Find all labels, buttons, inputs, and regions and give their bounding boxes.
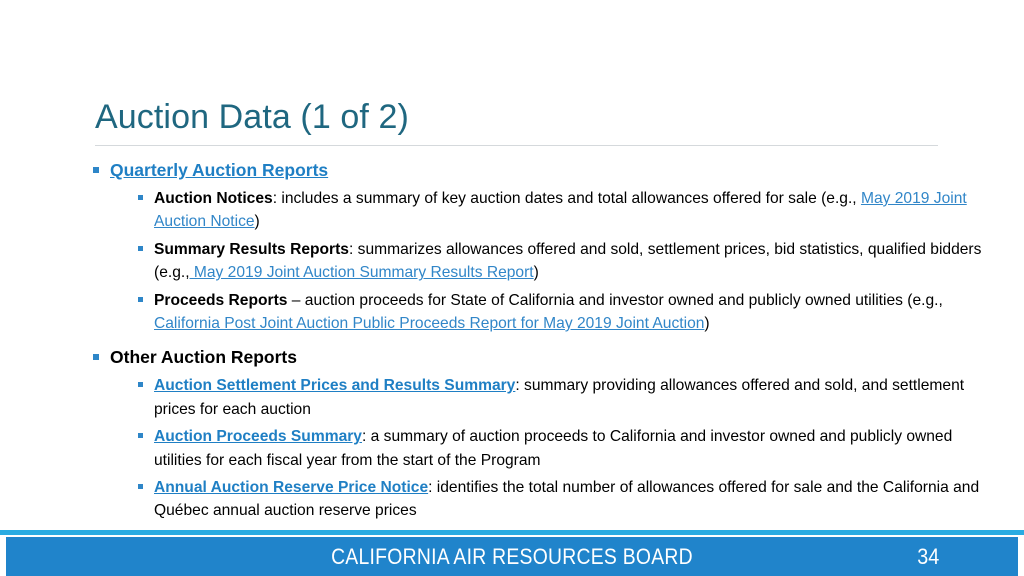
- slide-body: Quarterly Auction Reports Auction Notice…: [88, 158, 988, 527]
- square-bullet-icon: [138, 433, 143, 439]
- item-term-link[interactable]: Auction Proceeds Summary: [154, 428, 362, 445]
- item-term: Auction Notices: [154, 190, 273, 207]
- slide-canvas: Auction Data (1 of 2) Quarterly Auction …: [0, 0, 1024, 576]
- item-example-link[interactable]: California Post Joint Auction Public Pro…: [154, 315, 704, 332]
- item-example-link[interactable]: May 2019 Joint Auction Summary Results R…: [190, 264, 534, 281]
- page-title: Auction Data (1 of 2): [95, 98, 409, 136]
- footer-bar: CALIFORNIA AIR RESOURCES BOARD 34: [6, 537, 1018, 576]
- slide-footer: CALIFORNIA AIR RESOURCES BOARD 34: [0, 530, 1024, 576]
- list-item-auction-settlement-prices-and-results-summary: Auction Settlement Prices and Results Su…: [134, 374, 988, 421]
- square-bullet-icon: [138, 245, 143, 251]
- bullet-list-level1: Quarterly Auction Reports Auction Notice…: [88, 158, 988, 523]
- square-bullet-icon: [138, 382, 143, 388]
- square-bullet-icon: [93, 167, 99, 173]
- list-item-summary-results-reports: Summary Results Reports: summarizes allo…: [134, 238, 988, 285]
- list-item-auction-notices: Auction Notices: includes a summary of k…: [134, 187, 988, 234]
- list-item-annual-auction-reserve-price-notice: Annual Auction Reserve Price Notice: ide…: [134, 476, 988, 523]
- item-term-link[interactable]: Auction Settlement Prices and Results Su…: [154, 377, 515, 394]
- item-term: Proceeds Reports: [154, 291, 288, 309]
- square-bullet-icon: [138, 484, 143, 490]
- list-item-auction-proceeds-summary: Auction Proceeds Summary: a summary of a…: [134, 425, 988, 472]
- item-body-tail: ): [533, 264, 539, 282]
- square-bullet-icon: [93, 354, 99, 361]
- item-body-tail: ): [254, 213, 260, 231]
- bullet-list-level2-other: Auction Settlement Prices and Results Su…: [88, 374, 988, 522]
- page-number: 34: [916, 543, 939, 569]
- title-divider: [95, 145, 938, 146]
- square-bullet-icon: [138, 296, 143, 302]
- list-item-proceeds-reports: Proceeds Reports – auction proceeds for …: [134, 289, 988, 336]
- footer-organization-label: CALIFORNIA AIR RESOURCES BOARD: [331, 543, 693, 569]
- bullet-list-level2-quarterly: Auction Notices: includes a summary of k…: [88, 187, 988, 335]
- footer-accent-strip: [0, 530, 1024, 535]
- item-body-text: – auction proceeds for State of Californ…: [287, 291, 943, 309]
- section-heading: Other Auction Reports: [110, 347, 297, 368]
- bullet-other-auction-reports: Other Auction Reports: [88, 345, 988, 370]
- item-body-text: : includes a summary of key auction date…: [272, 190, 861, 207]
- square-bullet-icon: [138, 195, 143, 200]
- item-term: Summary Results Reports: [154, 240, 349, 258]
- bullet-quarterly-auction-reports: Quarterly Auction Reports: [88, 158, 988, 183]
- title-block: Auction Data (1 of 2): [95, 96, 939, 146]
- section-heading-link[interactable]: Quarterly Auction Reports: [110, 160, 328, 180]
- item-body-tail: ): [704, 315, 710, 333]
- item-term-link[interactable]: Annual Auction Reserve Price Notice: [154, 479, 428, 496]
